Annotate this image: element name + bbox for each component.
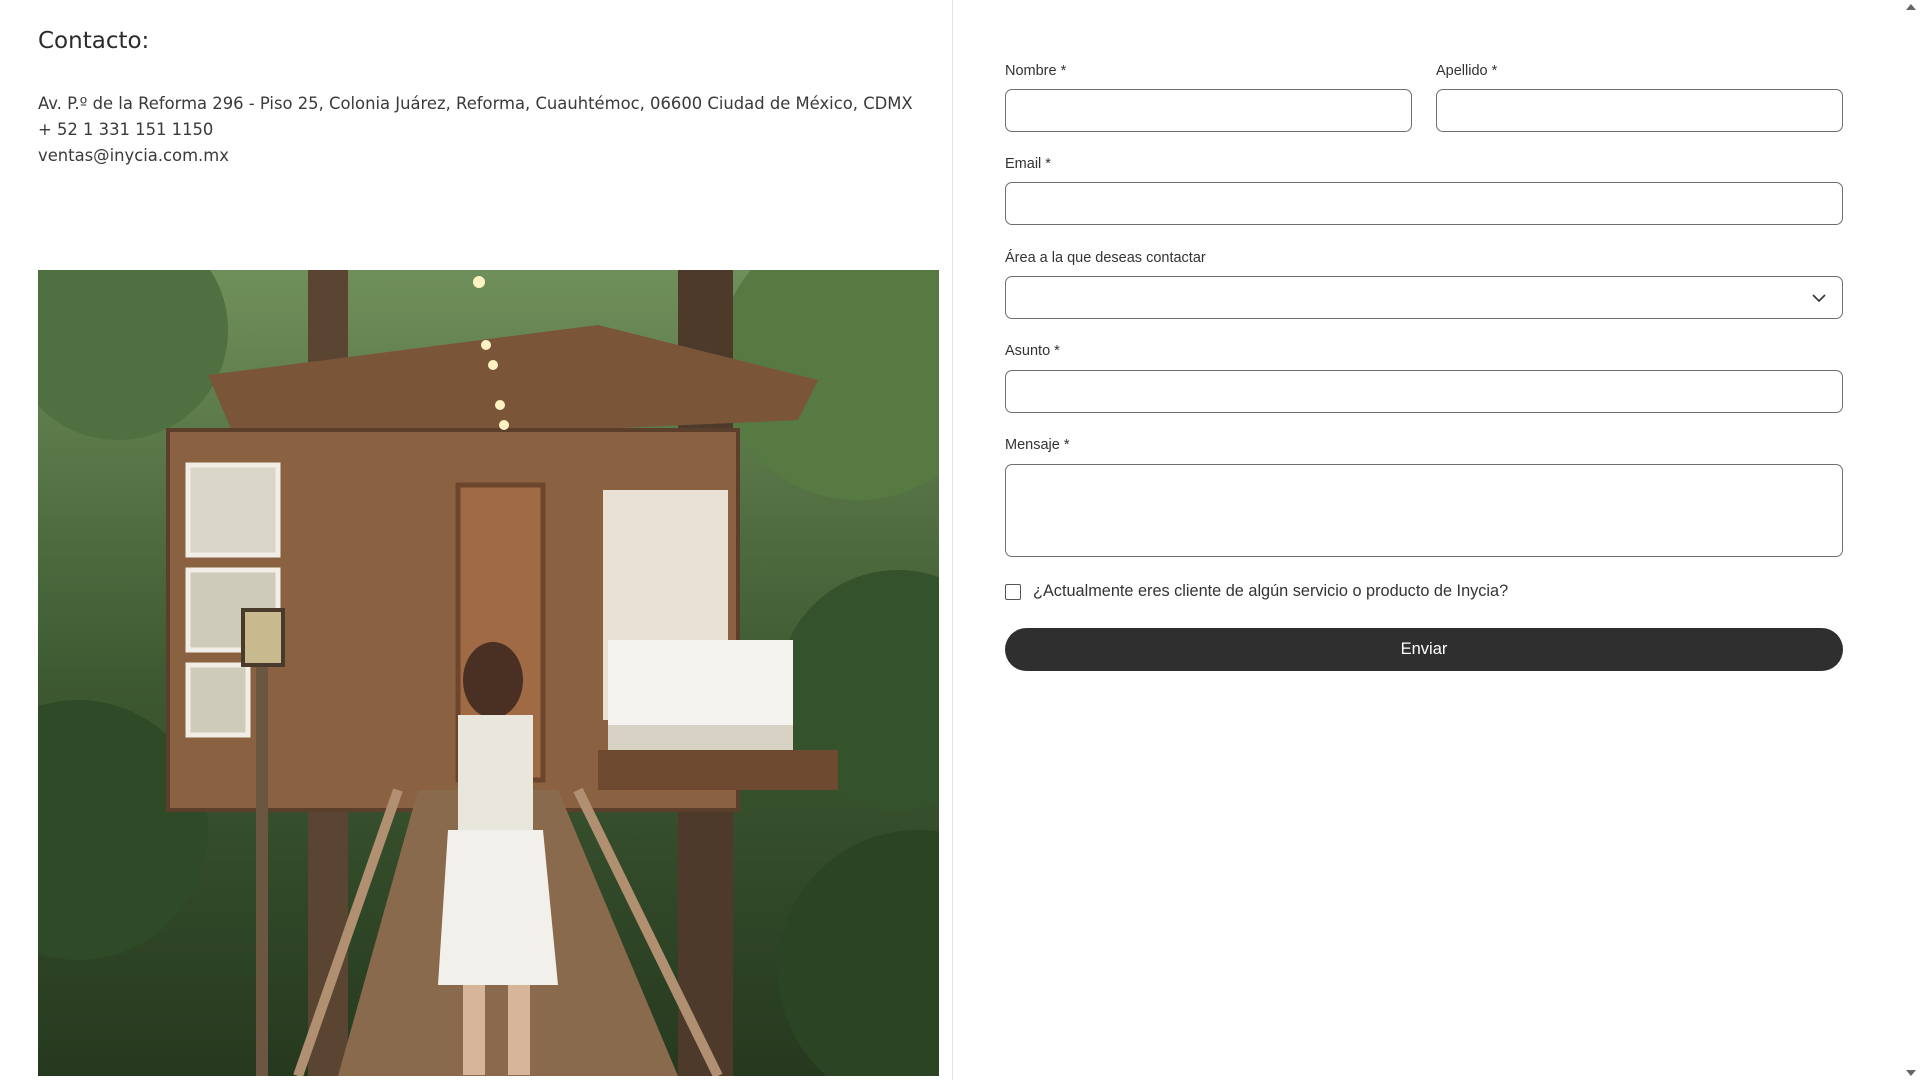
contact-phone: + 52 1 331 151 1150 — [38, 120, 214, 139]
scroll-down-arrow-icon[interactable] — [1906, 1070, 1916, 1076]
cliente-checkbox-label[interactable]: ¿Actualmente eres cliente de algún servi… — [1033, 582, 1508, 601]
contact-address: Av. P.º de la Reforma 296 - Piso 25, Col… — [38, 94, 913, 113]
contact-page: Contacto: Av. P.º de la Reforma 296 - Pi… — [0, 0, 1920, 1080]
area-select[interactable] — [1005, 276, 1843, 319]
contact-title: Contacto: — [38, 28, 150, 54]
contact-details: Av. P.º de la Reforma 296 - Piso 25, Col… — [38, 91, 913, 169]
area-label: Área a la que deseas contactar — [1005, 250, 1206, 266]
email-input[interactable] — [1005, 182, 1843, 225]
chevron-down-icon — [1812, 294, 1826, 303]
apellido-input[interactable] — [1436, 89, 1843, 132]
asunto-label: Asunto * — [1005, 343, 1060, 359]
mensaje-label: Mensaje * — [1005, 437, 1070, 453]
nombre-label: Nombre * — [1005, 63, 1067, 79]
mensaje-textarea[interactable] — [1005, 464, 1843, 557]
contact-form: Nombre * Apellido * Email * Área a la qu… — [1005, 0, 1843, 1080]
cliente-checkbox[interactable] — [1005, 584, 1021, 600]
submit-button[interactable]: Enviar — [1005, 628, 1843, 671]
contact-email: ventas@inycia.com.mx — [38, 146, 229, 165]
nombre-input[interactable] — [1005, 89, 1412, 132]
asunto-input[interactable] — [1005, 370, 1843, 413]
treehouse-photo — [38, 270, 939, 1076]
cliente-checkbox-row[interactable]: ¿Actualmente eres cliente de algún servi… — [1005, 581, 1605, 603]
scroll-up-arrow-icon[interactable] — [1906, 4, 1916, 10]
contact-info-column: Contacto: Av. P.º de la Reforma 296 - Pi… — [0, 0, 952, 1080]
apellido-label: Apellido * — [1436, 63, 1498, 79]
email-label: Email * — [1005, 156, 1051, 172]
column-divider — [952, 0, 953, 1080]
treehouse-illustration — [38, 270, 939, 1076]
